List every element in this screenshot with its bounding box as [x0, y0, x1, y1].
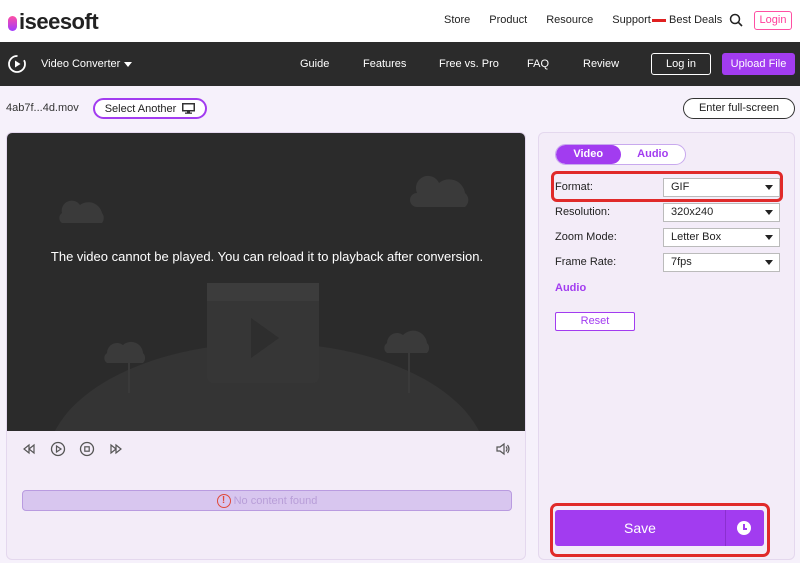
- fast-forward-icon[interactable]: [108, 441, 124, 457]
- search-icon[interactable]: [729, 13, 743, 27]
- reset-button[interactable]: Reset: [555, 312, 635, 331]
- top-navigation: iseesoft Store Product Resource Support …: [0, 0, 800, 42]
- logo-mark-icon: [8, 11, 18, 33]
- save-label: Save: [624, 520, 656, 536]
- volume-icon[interactable]: [495, 441, 511, 457]
- warning-icon: !: [216, 493, 231, 508]
- clock-icon[interactable]: [737, 521, 751, 535]
- nav-best-deals[interactable]: Best Deals: [652, 14, 722, 26]
- rewind-icon[interactable]: [21, 441, 37, 457]
- enter-fullscreen-button[interactable]: Enter full-screen: [683, 98, 795, 119]
- nav-store[interactable]: Store: [444, 14, 470, 26]
- stop-icon[interactable]: [79, 441, 95, 457]
- format-select[interactable]: GIF: [663, 178, 780, 197]
- frame-rate-label: Frame Rate:: [555, 256, 617, 268]
- nav-resource[interactable]: Resource: [546, 14, 593, 26]
- nav-faq[interactable]: FAQ: [527, 58, 549, 70]
- brand-logo[interactable]: iseesoft: [8, 9, 99, 35]
- placeholder-illustration-icon: [54, 175, 480, 431]
- log-in-button[interactable]: Log in: [651, 53, 711, 75]
- zoom-mode-label: Zoom Mode:: [555, 231, 617, 243]
- best-deals-label: Best Deals: [669, 14, 723, 26]
- playback-error-message: The video cannot be played. You can relo…: [50, 249, 484, 264]
- chevron-down-icon[interactable]: [124, 62, 132, 67]
- logo-text: iseesoft: [19, 9, 99, 34]
- login-link[interactable]: Login: [754, 11, 792, 30]
- nav-free-vs-pro[interactable]: Free vs. Pro: [439, 58, 499, 70]
- tab-audio[interactable]: Audio: [621, 145, 686, 164]
- resolution-label: Resolution:: [555, 206, 611, 218]
- select-another-button[interactable]: Select Another: [93, 98, 207, 119]
- nav-features[interactable]: Features: [363, 58, 406, 70]
- tab-video[interactable]: Video: [556, 145, 621, 164]
- nav-product[interactable]: Product: [489, 14, 527, 26]
- upload-file-button[interactable]: Upload File: [722, 53, 795, 75]
- nav-support[interactable]: Support: [612, 14, 651, 26]
- save-divider: [725, 510, 726, 546]
- top-links: Store Product Resource Support: [444, 14, 670, 26]
- player-controls: [7, 431, 525, 471]
- format-label: Format:: [555, 181, 593, 193]
- app-bar: Video Converter Guide Features Free vs. …: [0, 42, 800, 86]
- progress-bar: ! No content found: [22, 490, 512, 511]
- play-icon[interactable]: [50, 441, 66, 457]
- audio-settings-link[interactable]: Audio: [555, 282, 586, 294]
- nav-review[interactable]: Review: [583, 58, 619, 70]
- save-button[interactable]: Save: [555, 510, 764, 546]
- video-converter-icon: [8, 55, 26, 73]
- video-player: The video cannot be played. You can relo…: [6, 132, 526, 560]
- progress-text: No content found: [233, 494, 318, 507]
- select-another-label: Select Another: [104, 102, 177, 115]
- file-name: 4ab7f...4d.mov: [6, 102, 79, 114]
- resolution-select[interactable]: 320x240: [663, 203, 780, 222]
- settings-panel: Video Audio Format: GIF Resolution: 320x…: [538, 132, 795, 560]
- zoom-mode-select[interactable]: Letter Box: [663, 228, 780, 247]
- deals-icon: [652, 16, 666, 24]
- video-screen: The video cannot be played. You can relo…: [7, 133, 525, 431]
- frame-rate-select[interactable]: 7fps: [663, 253, 780, 272]
- monitor-icon: [182, 103, 196, 114]
- app-name[interactable]: Video Converter: [41, 58, 120, 70]
- nav-guide[interactable]: Guide: [300, 58, 329, 70]
- settings-tabs: Video Audio: [555, 144, 686, 165]
